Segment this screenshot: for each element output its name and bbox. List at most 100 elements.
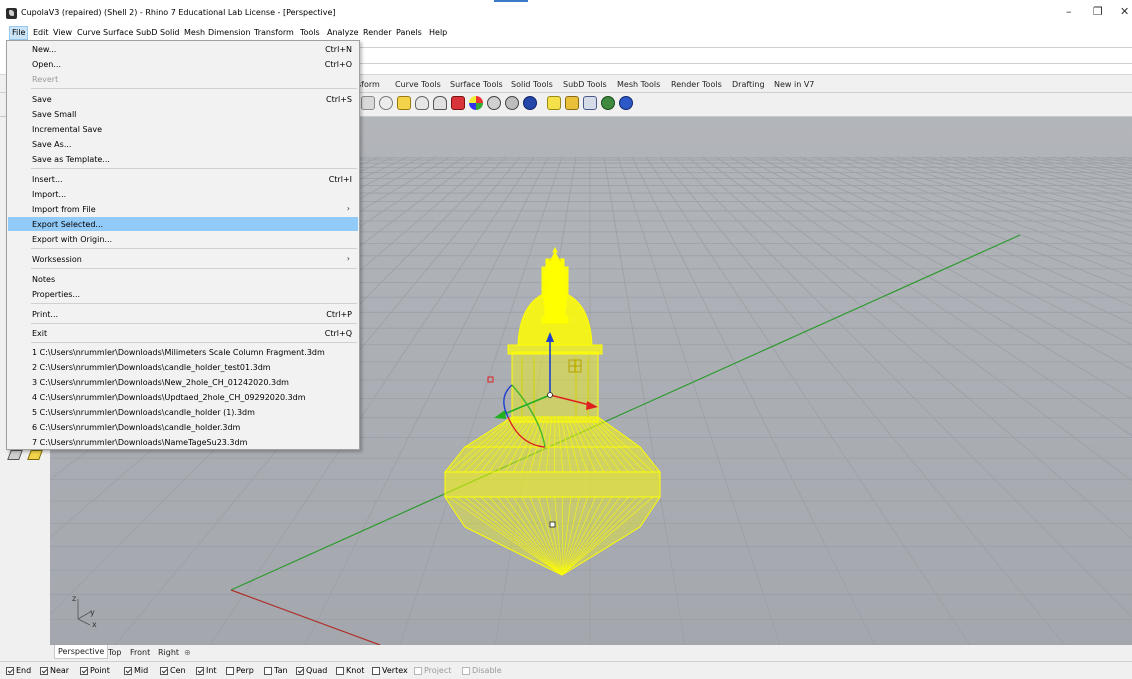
tab-drafting[interactable]: Drafting [732,80,765,89]
osnap-end[interactable]: End [6,666,31,675]
menu-item-print[interactable]: Print... Ctrl+P [8,307,358,321]
recent-file-2[interactable]: 2 C:\Users\nrummler\Downloads\candle_hol… [8,360,358,374]
menu-item-save-as[interactable]: Save As... [8,137,358,151]
osnap-vertex[interactable]: Vertex [372,666,408,675]
tab-render-tools[interactable]: Render Tools [671,80,722,89]
menu-panels[interactable]: Panels [396,28,422,37]
menu-item-properties[interactable]: Properties... [8,287,358,301]
osnap-mid[interactable]: Mid [124,666,148,675]
menu-item-insert[interactable]: Insert... Ctrl+I [8,172,358,186]
osnap-tan[interactable]: Tan [264,666,288,675]
menu-separator [31,88,357,89]
menu-separator [31,268,357,269]
tool-icon-9[interactable] [505,96,519,110]
osnap-int[interactable]: Int [196,666,217,675]
checkbox-icon [196,666,204,675]
tab-transform[interactable]: sform [357,80,380,89]
close-icon[interactable]: ✕ [1120,5,1129,18]
osnap-knot[interactable]: Knot [336,666,364,675]
osnap-quad[interactable]: Quad [296,666,327,675]
tab-new-in-v7[interactable]: New in V7 [774,80,814,89]
tab-solid-tools[interactable]: Solid Tools [511,80,553,89]
tool-icon-12[interactable] [565,96,579,110]
tool-icon-13[interactable] [583,96,597,110]
viewport-tab-perspective[interactable]: Perspective [54,645,109,659]
tool-icon-2[interactable] [379,96,393,110]
osnap-perp[interactable]: Perp [226,666,254,675]
left-tool-icon-1[interactable] [7,450,23,460]
osnap-project[interactable]: Project [414,666,451,675]
left-tool-icon-2[interactable] [27,450,43,460]
lock-icon[interactable] [433,96,447,110]
tab-curve-tools[interactable]: Curve Tools [395,80,441,89]
submenu-arrow-icon: › [346,254,350,263]
menu-dimension[interactable]: Dimension [208,28,251,37]
recent-file-6[interactable]: 6 C:\Users\nrummler\Downloads\candle_hol… [8,420,358,434]
menu-item-exit[interactable]: Exit Ctrl+Q [8,326,358,340]
menu-solid[interactable]: Solid [160,28,180,37]
menu-item-save-as-template[interactable]: Save as Template... [8,152,358,166]
tool-icon-4[interactable] [415,96,429,110]
menu-transform[interactable]: Transform [254,28,294,37]
menu-item-worksession[interactable]: Worksession › [8,252,358,266]
checkbox-icon [6,666,14,675]
help-icon[interactable] [619,96,633,110]
menu-file[interactable]: File [8,26,29,40]
menu-item-notes[interactable]: Notes [8,272,358,286]
viewport-tabs: Perspective Top Front Right ⊕ [50,645,1132,661]
menu-mesh[interactable]: Mesh [184,28,205,37]
tab-subd-tools[interactable]: SubD Tools [563,80,607,89]
menu-curve[interactable]: Curve [77,28,101,37]
menu-render[interactable]: Render [363,28,391,37]
menu-item-open[interactable]: Open... Ctrl+O [8,57,358,71]
osnap-near[interactable]: Near [40,666,69,675]
osnap-disable[interactable]: Disable [462,666,502,675]
recent-file-5[interactable]: 5 C:\Users\nrummler\Downloads\candle_hol… [8,405,358,419]
menu-surface[interactable]: Surface [103,28,133,37]
viewport-tab-right[interactable]: Right [158,648,179,657]
osnap-cen[interactable]: Cen [160,666,186,675]
menu-edit[interactable]: Edit [33,28,49,37]
menu-item-save-small[interactable]: Save Small [8,107,358,121]
checkbox-icon [160,666,168,675]
recent-file-1[interactable]: 1 C:\Users\nrummler\Downloads\Milimeters… [8,345,358,359]
checkbox-icon [414,666,422,675]
menu-item-revert[interactable]: Revert [8,72,358,86]
color-wheel-icon[interactable] [469,96,483,110]
recent-file-3[interactable]: 3 C:\Users\nrummler\Downloads\New_2hole_… [8,375,358,389]
checkbox-icon [336,666,344,675]
viewport-tab-front[interactable]: Front [130,648,150,657]
tool-icon-1[interactable] [361,96,375,110]
tool-icon-11[interactable] [547,96,561,110]
tool-icon-3[interactable] [397,96,411,110]
submenu-arrow-icon: › [346,204,350,213]
menu-view[interactable]: View [53,28,72,37]
tool-icon-6[interactable] [451,96,465,110]
recent-file-4[interactable]: 4 C:\Users\nrummler\Downloads\Updtaed_2h… [8,390,358,404]
menu-analyze[interactable]: Analyze [327,28,359,37]
viewport-tab-top[interactable]: Top [108,648,122,657]
restore-icon[interactable]: ❐ [1093,5,1103,18]
menu-item-incremental-save[interactable]: Incremental Save [8,122,358,136]
globe-icon[interactable] [601,96,615,110]
osnap-point[interactable]: Point [80,666,110,675]
tab-mesh-tools[interactable]: Mesh Tools [617,80,660,89]
checkbox-icon [40,666,48,675]
menu-tools[interactable]: Tools [300,28,320,37]
recent-file-7[interactable]: 7 C:\Users\nrummler\Downloads\NameTageSu… [8,435,358,449]
tool-icon-8[interactable] [487,96,501,110]
menu-item-save[interactable]: Save Ctrl+S [8,92,358,106]
add-viewport-icon[interactable]: ⊕ [184,648,191,657]
menu-item-export-selected[interactable]: Export Selected... [8,217,358,231]
tab-surface-tools[interactable]: Surface Tools [450,80,503,89]
checkbox-icon [264,666,272,675]
menu-item-import[interactable]: Import... [8,187,358,201]
menu-item-new[interactable]: New... Ctrl+N [8,42,358,56]
menu-help[interactable]: Help [429,28,447,37]
command-input[interactable] [360,47,1132,64]
menu-item-export-with-origin[interactable]: Export with Origin... [8,232,358,246]
minimize-icon[interactable]: – [1066,5,1072,18]
menu-item-import-from-file[interactable]: Import from File › [8,202,358,216]
menu-subd[interactable]: SubD [136,28,157,37]
tool-icon-10[interactable] [523,96,537,110]
